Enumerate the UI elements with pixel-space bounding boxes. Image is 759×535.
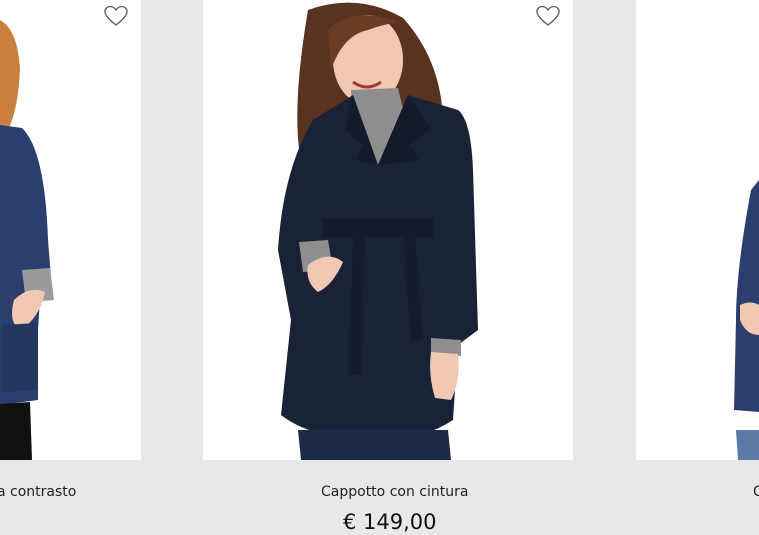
model-illustration-right	[734, 180, 759, 460]
product-image-center[interactable]	[203, 0, 573, 460]
product-price-center: € 149,00	[343, 510, 437, 534]
product-card-right[interactable]: C	[636, 0, 759, 535]
product-title-left[interactable]: a contrasto	[0, 484, 76, 500]
product-image-left[interactable]	[0, 0, 141, 460]
product-image-right[interactable]	[636, 0, 759, 460]
model-illustration-center	[278, 2, 478, 460]
product-card-left[interactable]: a contrasto	[0, 0, 141, 535]
product-card-center[interactable]: Cappotto con cintura € 149,00	[203, 0, 573, 535]
product-title-right[interactable]: C	[753, 484, 759, 500]
wishlist-heart-icon[interactable]	[536, 5, 560, 27]
model-illustration-left	[0, 20, 54, 460]
wishlist-heart-icon[interactable]	[104, 5, 128, 27]
product-title-center[interactable]: Cappotto con cintura	[321, 484, 468, 500]
